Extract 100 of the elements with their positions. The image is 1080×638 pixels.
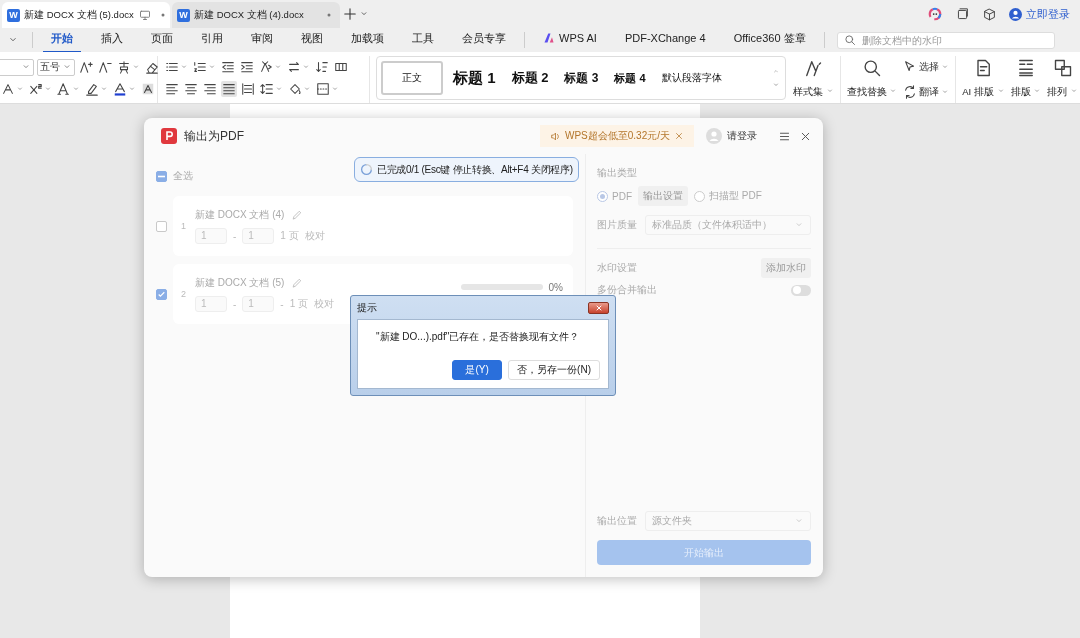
style-option[interactable]: 标题 1	[447, 61, 502, 95]
direction-icon[interactable]	[286, 59, 311, 75]
numbered-list-icon[interactable]	[192, 59, 217, 75]
ribbon-tool[interactable]: 排列	[1044, 56, 1080, 103]
field-label: 输出位置	[597, 514, 637, 528]
menu-tab[interactable]: 审阅	[243, 27, 281, 53]
range-separator: -	[233, 230, 237, 242]
search-icon	[861, 58, 882, 78]
caret-icon	[825, 87, 834, 95]
decrease-indent-icon[interactable]	[220, 59, 236, 75]
style-option[interactable]: 标题 3	[558, 61, 605, 95]
select-all-checkbox[interactable]	[156, 170, 167, 182]
font-color-icon[interactable]	[112, 81, 137, 97]
translate-icon	[903, 85, 918, 99]
word-badge-icon: W	[177, 8, 190, 22]
login-link[interactable]: 立即登录	[1009, 6, 1070, 22]
file-index: 2	[181, 289, 187, 299]
font-name-field[interactable]	[0, 58, 34, 76]
dialog-title: 输出为PDF	[184, 127, 244, 145]
close-icon	[594, 303, 603, 312]
highlighter-icon[interactable]	[84, 81, 109, 97]
dash-separator: -	[280, 298, 284, 310]
word-badge-icon: W	[7, 8, 20, 22]
caret-icon	[1033, 87, 1042, 95]
close-button[interactable]	[588, 301, 609, 314]
ribbon-tool[interactable]: AI 排版	[959, 56, 1008, 103]
align-center-icon[interactable]	[183, 81, 199, 97]
sort-icon[interactable]	[314, 59, 330, 75]
cancel-button[interactable]: 否，另存一份(N)	[508, 360, 600, 380]
style-option[interactable]: 标题 2	[505, 61, 555, 95]
line-spacing-icon[interactable]	[259, 81, 284, 97]
distribute-icon[interactable]	[240, 81, 256, 97]
menu-tab[interactable]: PDF-XChange 4	[616, 29, 714, 51]
caret-icon	[889, 87, 898, 95]
asian-layout-icon[interactable]	[258, 59, 283, 75]
file-name: 新建 DOCX 文档 (4)	[195, 208, 285, 222]
style-option[interactable]: 正文	[381, 61, 443, 95]
superscript-icon[interactable]	[28, 81, 53, 97]
menu-tab[interactable]: WPS AI	[535, 29, 605, 51]
menu-tab[interactable]: Office360 签章	[725, 27, 814, 53]
outline-text-icon[interactable]	[56, 81, 81, 97]
align-right-icon[interactable]	[202, 81, 218, 97]
arrange-icon	[1052, 58, 1073, 78]
caret-icon	[941, 63, 950, 71]
confirm-button[interactable]: 是(Y)	[452, 360, 503, 380]
style-option[interactable]: 默认段落字体	[655, 61, 728, 95]
increase-indent-icon[interactable]	[239, 59, 255, 75]
document-tab[interactable]: W 新建 DOCX 文档 (5).docx	[2, 2, 170, 28]
ribbon-tool[interactable]: 排版	[1007, 56, 1045, 103]
ribbon-tool[interactable]: 翻译	[903, 85, 950, 99]
align-left-icon[interactable]	[164, 81, 180, 97]
menu-tab[interactable]: 会员专享	[454, 27, 514, 53]
file-checkbox[interactable]	[156, 288, 167, 300]
select-all-label: 全选	[173, 169, 193, 183]
file-checkbox[interactable]	[156, 220, 167, 232]
login-link[interactable]: 请登录	[706, 128, 757, 144]
fill-icon[interactable]	[287, 81, 312, 97]
document-tab[interactable]: W 新建 DOCX 文档 (4).docx	[172, 2, 340, 28]
shading-icon[interactable]	[140, 81, 156, 97]
menu-tab[interactable]: 引用	[193, 27, 231, 53]
field-label: 多份合并输出	[597, 283, 657, 297]
speaker-icon	[549, 130, 561, 142]
page-count: 1 页	[289, 297, 309, 311]
field-label: 图片质量	[597, 218, 637, 232]
caret-icon	[996, 87, 1005, 95]
alert-message: "新建 DO...).pdf"已存在，是否替换现有文件？	[376, 330, 581, 344]
style-set-icon	[803, 58, 824, 78]
file-name: 新建 DOCX 文档 (5)	[195, 276, 285, 290]
phonetic-icon[interactable]	[116, 59, 141, 75]
search-input[interactable]: 删除文档中的水印	[859, 33, 1048, 47]
menu-tab[interactable]: 加载项	[343, 27, 392, 53]
alert-title: 提示	[357, 300, 377, 315]
menu-tab[interactable]: 视图	[293, 27, 331, 53]
style-option[interactable]: 标题 4	[608, 61, 652, 95]
shrink-font-icon[interactable]	[97, 59, 113, 75]
cube-icon[interactable]	[982, 6, 997, 22]
ribbon-tool[interactable]: 查找替换	[843, 56, 901, 103]
menu-tab[interactable]: 插入	[93, 27, 131, 53]
monitor-icon[interactable]	[137, 8, 152, 22]
progress-percent: 0%	[548, 281, 563, 293]
avatar-icon	[706, 128, 722, 144]
search-field[interactable]: 删除文档中的水印	[836, 31, 1055, 49]
justify-icon[interactable]	[221, 81, 237, 97]
grow-font-icon[interactable]	[78, 59, 94, 75]
new-tab-icon[interactable]	[342, 6, 358, 22]
range-separator: -	[233, 298, 237, 310]
ribbon-tool[interactable]: 选择	[903, 60, 950, 74]
progress-toast: 已完成0/1 (Esc键 停止转换、Alt+F4 关闭程序)	[354, 157, 579, 182]
text-effect-icon[interactable]	[0, 81, 25, 97]
menu-tab[interactable]: 工具	[404, 27, 442, 53]
search-icon	[843, 34, 856, 46]
windows-icon[interactable]	[955, 6, 970, 22]
promo-banner[interactable]: WPS超会低至0.32元/天	[539, 125, 694, 147]
assistant-icon[interactable]	[927, 6, 943, 22]
border-icon[interactable]	[315, 81, 340, 97]
merge-toggle[interactable]	[791, 284, 811, 296]
font-size-field[interactable]: 五号	[37, 58, 75, 76]
menu-tab[interactable]: 页面	[143, 27, 181, 53]
caret-icon	[1069, 87, 1078, 95]
ribbon-tool[interactable]: 样式集	[790, 56, 837, 103]
